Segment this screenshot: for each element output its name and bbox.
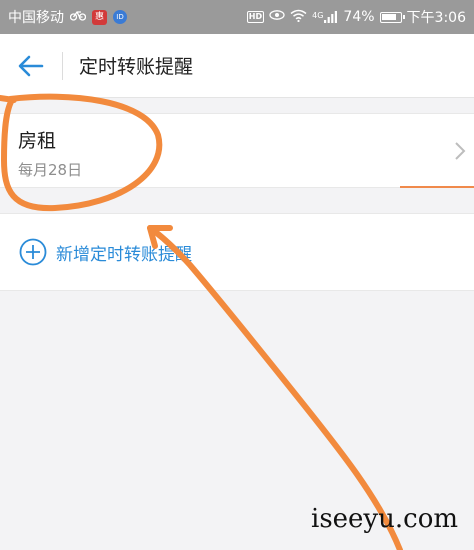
back-arrow-icon [18,55,44,76]
nav-bar: 定时转账提醒 [0,34,474,98]
battery-icon [379,11,405,23]
hd-icon: HD [246,11,265,23]
accent-underline [400,186,474,188]
bike-icon [69,9,87,25]
app-notification-icon: 惠 [92,9,107,25]
carrier-label: 中国移动 [8,10,64,26]
reminder-item-rent[interactable]: 房租 每月28日 [0,113,474,188]
reminder-schedule: 每月28日 [18,161,83,179]
page-title: 定时转账提醒 [79,56,194,78]
add-reminder-label: 新增定时转账提醒 [56,244,192,265]
status-right: HD 4G 74% 下午3:06 [246,7,466,27]
add-circle-icon [19,238,47,266]
wifi-icon [290,9,307,26]
status-bar: 中国移动 惠 ID HD 4G 74% 下午3:06 [0,0,474,34]
signal-type-label: 4G [312,11,324,20]
status-left: 中国移动 惠 ID [8,7,127,27]
back-button[interactable] [0,34,62,98]
watermark: iseeyu.com [311,504,458,534]
clock: 下午3:06 [406,10,466,26]
reminder-name: 房租 [18,130,57,152]
signal-icon: 4G [312,11,338,23]
eye-icon [269,9,285,25]
chevron-right-icon [455,142,466,160]
add-reminder-button[interactable]: 新增定时转账提醒 [0,213,474,291]
app-badge-icon: ID [113,10,127,24]
battery-percent: 74% [343,9,375,25]
